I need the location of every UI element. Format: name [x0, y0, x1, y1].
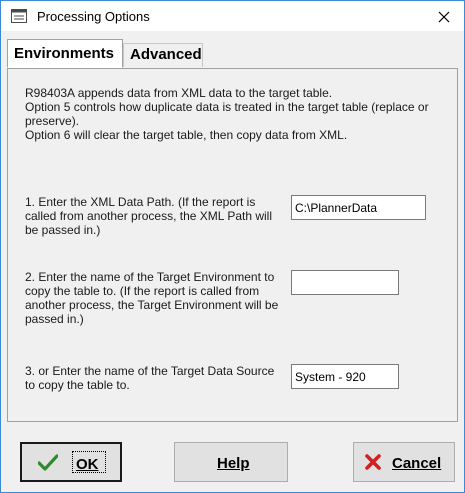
option-1-label: 1. Enter the XML Data Path. (If the repo…: [25, 195, 273, 237]
button-bar: OK Help Cancel: [2, 432, 463, 492]
option-2-label: 2. Enter the name of the Target Environm…: [25, 270, 279, 326]
description-line: R98403A appends data from XML data to th…: [25, 86, 333, 100]
description-line: Option 6 will clear the target table, th…: [25, 128, 348, 142]
processing-options-icon: [11, 9, 27, 23]
help-label: Help: [217, 455, 250, 472]
description-line: Option 5 controls how duplicate data is …: [25, 100, 429, 128]
option-3-label: 3. or Enter the name of the Target Data …: [25, 364, 275, 392]
title-bar[interactable]: Processing Options: [1, 1, 464, 31]
ok-button[interactable]: OK: [20, 442, 122, 482]
xml-data-path-field[interactable]: [291, 195, 426, 220]
description-text: R98403A appends data from XML data to th…: [25, 86, 437, 142]
red-x-icon: [364, 453, 382, 471]
target-data-source-field[interactable]: [291, 364, 399, 389]
target-environment-field[interactable]: [291, 270, 399, 295]
processing-options-window: Processing Options Environments Advanced…: [0, 0, 465, 493]
cancel-label: Cancel: [392, 455, 442, 472]
tab-environments[interactable]: Environments: [7, 39, 123, 68]
tab-strip: Environments Advanced: [1, 39, 464, 69]
cancel-button[interactable]: Cancel: [353, 442, 455, 482]
close-icon[interactable]: [433, 7, 455, 27]
window-title: Processing Options: [37, 9, 150, 24]
checkmark-icon: [37, 454, 59, 472]
tab-advanced[interactable]: Advanced: [123, 43, 203, 67]
environments-panel: R98403A appends data from XML data to th…: [7, 68, 458, 422]
help-button[interactable]: Help: [174, 442, 288, 482]
ok-label: OK: [76, 456, 99, 473]
